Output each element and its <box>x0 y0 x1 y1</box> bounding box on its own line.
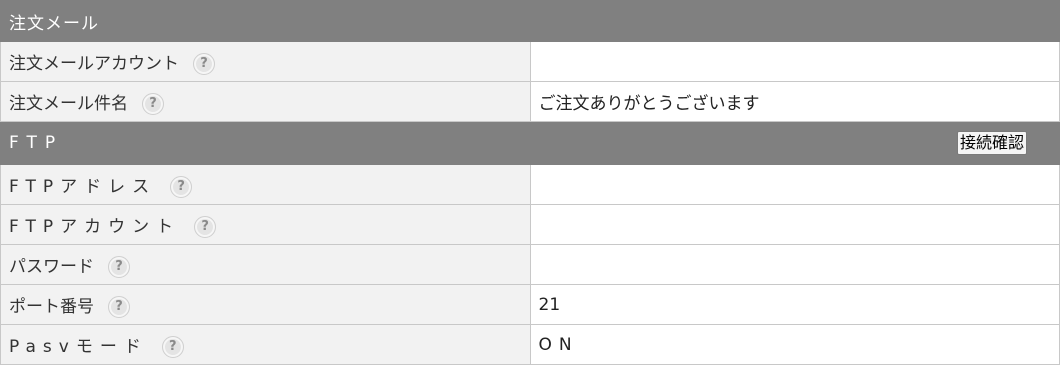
order-mail-account-value[interactable] <box>529 41 1060 82</box>
help-icon[interactable]: ? <box>161 335 184 358</box>
ftp-address-label: FTPアドレス <box>9 176 157 197</box>
order-mail-section-header: 注文メール <box>0 0 1060 42</box>
help-icon[interactable]: ? <box>194 215 217 238</box>
help-icon[interactable]: ? <box>108 255 130 278</box>
port-number-label-cell: ポート番号? <box>0 284 531 325</box>
table-row: 注文メールアカウント? <box>0 41 1060 82</box>
ftp-account-label-cell: FTPアカウント? <box>0 204 531 245</box>
settings-table: 注文メール 注文メールアカウント? 注文メール件名? ご注文ありがとうございます… <box>0 0 1060 365</box>
ftp-section-header: FTP 接続確認 <box>0 121 1060 165</box>
order-mail-account-label-cell: 注文メールアカウント? <box>0 41 531 82</box>
help-icon[interactable]: ? <box>108 295 130 318</box>
connection-check-button[interactable]: 接続確認 <box>956 131 1027 155</box>
ftp-address-value[interactable] <box>529 164 1060 205</box>
table-row: 注文メール件名? ご注文ありがとうございます <box>0 81 1060 122</box>
order-mail-section-title: 注文メール <box>0 0 1060 42</box>
pasv-mode-value[interactable]: ON <box>529 324 1060 365</box>
pasv-mode-label-cell: Pasvモード? <box>0 324 531 365</box>
ftp-section-header-cell: FTP 接続確認 <box>0 121 1060 165</box>
help-icon[interactable]: ? <box>193 52 215 75</box>
ftp-address-label-cell: FTPアドレス? <box>0 164 531 205</box>
help-icon[interactable]: ? <box>170 175 193 198</box>
password-label: パスワード <box>9 256 94 277</box>
order-mail-subject-label: 注文メール件名 <box>9 93 128 114</box>
ftp-account-label: FTPアカウント <box>9 216 181 237</box>
port-number-label: ポート番号 <box>9 296 94 317</box>
table-row: ポート番号? 21 <box>0 284 1060 325</box>
table-row: Pasvモード? ON <box>0 324 1060 365</box>
port-number-value[interactable]: 21 <box>529 284 1060 325</box>
table-row: FTPアカウント? <box>0 204 1060 245</box>
ftp-section-title: FTP <box>9 133 64 153</box>
order-mail-account-label: 注文メールアカウント <box>9 53 179 74</box>
table-row: パスワード? <box>0 244 1060 285</box>
password-value[interactable] <box>529 244 1060 285</box>
password-label-cell: パスワード? <box>0 244 531 285</box>
table-row: FTPアドレス? <box>0 164 1060 205</box>
order-mail-subject-label-cell: 注文メール件名? <box>0 81 531 122</box>
ftp-account-value[interactable] <box>529 204 1060 245</box>
help-icon[interactable]: ? <box>142 92 164 115</box>
pasv-mode-label: Pasvモード <box>9 336 148 357</box>
order-mail-subject-value[interactable]: ご注文ありがとうございます <box>529 81 1060 122</box>
